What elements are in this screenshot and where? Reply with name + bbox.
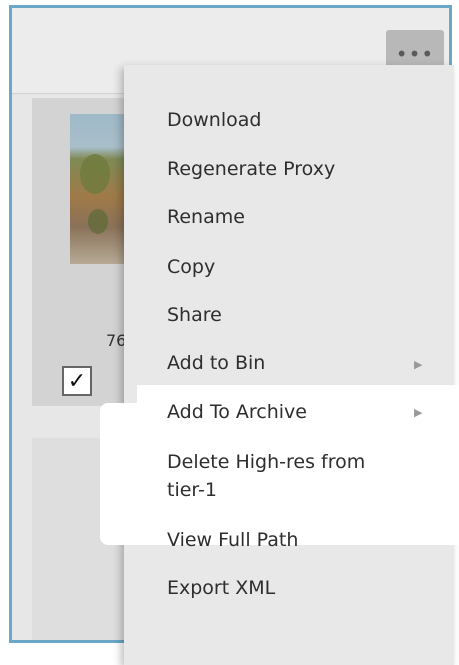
- menu-item-copy[interactable]: Copy: [167, 255, 215, 279]
- check-icon: ✓: [67, 368, 87, 394]
- menu-item-download[interactable]: Download: [167, 108, 261, 132]
- menu-item-regenerate-proxy[interactable]: Regenerate Proxy: [167, 157, 335, 181]
- menu-item-delete-high-res[interactable]: Delete High-res from tier-1: [167, 448, 407, 504]
- chevron-right-icon: ▶: [414, 358, 423, 371]
- menu-item-export-xml[interactable]: Export XML: [167, 576, 275, 600]
- menu-item-add-to-archive[interactable]: Add To Archive: [167, 400, 307, 424]
- menu-item-rename[interactable]: Rename: [167, 205, 245, 229]
- menu-item-view-full-path[interactable]: View Full Path: [167, 528, 298, 552]
- chevron-right-icon: ▶: [414, 406, 423, 419]
- menu-item-share[interactable]: Share: [167, 303, 222, 327]
- ellipsis-icon: •••: [395, 42, 435, 66]
- menu-item-add-to-bin[interactable]: Add to Bin: [167, 351, 265, 375]
- asset-select-checkbox[interactable]: ✓: [62, 366, 92, 396]
